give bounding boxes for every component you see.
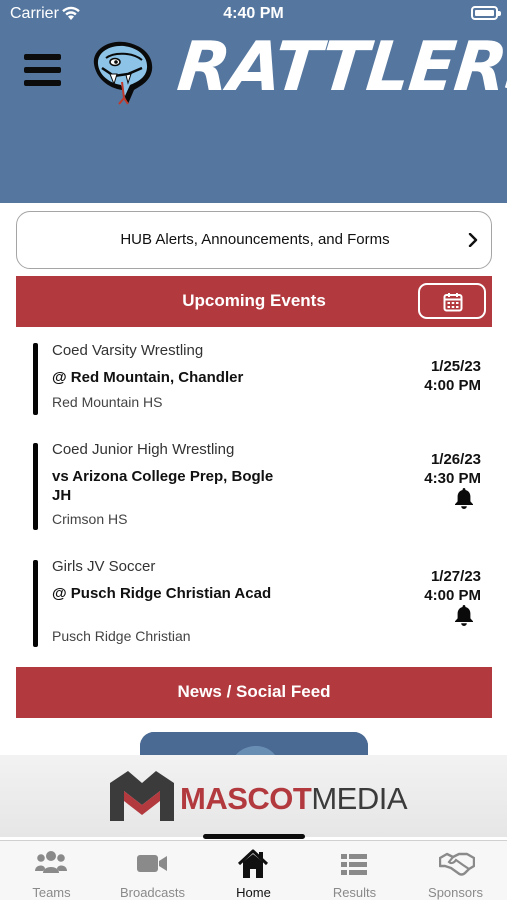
- battery-icon: [471, 6, 501, 20]
- tab-broadcasts[interactable]: Broadcasts: [102, 841, 203, 900]
- rattlesnake-logo: [93, 41, 153, 105]
- hub-alerts-button[interactable]: HUB Alerts, Announcements, and Forms: [16, 211, 492, 269]
- tab-label: Home: [236, 885, 271, 900]
- mascotmedia-wordmark: MASCOTMEDIA: [180, 781, 408, 817]
- handshake-icon: [439, 852, 475, 876]
- upcoming-events-header: Upcoming Events: [16, 276, 492, 327]
- event-divider: [33, 343, 38, 415]
- event-opponent: @ Red Mountain, Chandler: [52, 369, 244, 386]
- list-icon: [341, 854, 367, 875]
- event-item[interactable]: Coed Junior High Wrestling vs Arizona Co…: [0, 440, 507, 532]
- clock: 4:40 PM: [223, 5, 284, 22]
- event-location: Pusch Ridge Christian: [52, 628, 191, 644]
- news-feed-title: News / Social Feed: [177, 682, 331, 701]
- event-time: 4:00 PM: [424, 377, 481, 394]
- tab-label: Broadcasts: [119, 885, 186, 900]
- hub-alerts-label: HUB Alerts, Announcements, and Forms: [120, 231, 390, 248]
- mascotmedia-logo: [110, 771, 174, 821]
- event-date: 1/25/23: [430, 358, 481, 375]
- home-icon: [237, 849, 269, 878]
- tab-sponsors[interactable]: Sponsors: [405, 841, 506, 900]
- event-time: 4:30 PM: [424, 470, 481, 487]
- event-opponent: @ Pusch Ridge Christian Acad: [52, 585, 272, 602]
- bell-icon[interactable]: [454, 604, 474, 626]
- event-sport: Coed Varsity Wrestling: [52, 342, 204, 359]
- event-sport: Coed Junior High Wrestling: [52, 441, 235, 458]
- event-item[interactable]: Girls JV Soccer @ Pusch Ridge Christian …: [0, 557, 507, 649]
- hamburger-icon[interactable]: [24, 54, 61, 86]
- calendar-button[interactable]: [418, 283, 486, 319]
- news-feed-header: News / Social Feed: [16, 667, 492, 718]
- event-datetime: 1/26/23 4:30 PM: [424, 450, 481, 488]
- event-datetime: 1/27/23 4:00 PM: [424, 567, 481, 605]
- sponsor-banner[interactable]: MASCOTMEDIA: [0, 755, 507, 837]
- event-sport: Girls JV Soccer: [52, 558, 156, 575]
- teams-icon: [35, 851, 67, 873]
- tab-label: Teams: [32, 885, 71, 900]
- tab-home[interactable]: Home: [203, 841, 304, 900]
- mascot-text: MASCOT: [180, 781, 312, 816]
- event-divider: [33, 443, 38, 530]
- chevron-right-icon: [468, 233, 478, 247]
- event-location: Crimson HS: [52, 511, 128, 527]
- event-datetime: 1/25/23 4:00 PM: [424, 357, 481, 395]
- tab-label: Results: [332, 885, 377, 900]
- media-text: MEDIA: [311, 781, 408, 816]
- bell-icon[interactable]: [454, 487, 474, 509]
- home-indicator: [203, 834, 305, 839]
- calendar-icon: [443, 293, 463, 312]
- video-camera-icon: [137, 855, 167, 872]
- tab-teams[interactable]: Teams: [1, 841, 102, 900]
- tab-results[interactable]: Results: [304, 841, 405, 900]
- event-opponent: vs Arizona College Prep, Bogle JH: [52, 468, 274, 504]
- app-header: Carrier 4:40 PM RATTLERS: [0, 0, 507, 203]
- tab-label: Sponsors: [428, 885, 483, 900]
- status-bar: Carrier 4:40 PM: [0, 0, 507, 28]
- event-location: Red Mountain HS: [52, 394, 163, 410]
- event-time: 4:00 PM: [424, 587, 481, 604]
- event-date: 1/26/23: [430, 451, 481, 468]
- brand-title: RATTLERS: [173, 28, 507, 107]
- event-date: 1/27/23: [430, 568, 481, 585]
- event-divider: [33, 560, 38, 647]
- tab-bar: Teams Broadcasts Home Results Sponsors: [0, 840, 507, 900]
- event-item[interactable]: Coed Varsity Wrestling @ Red Mountain, C…: [0, 340, 507, 416]
